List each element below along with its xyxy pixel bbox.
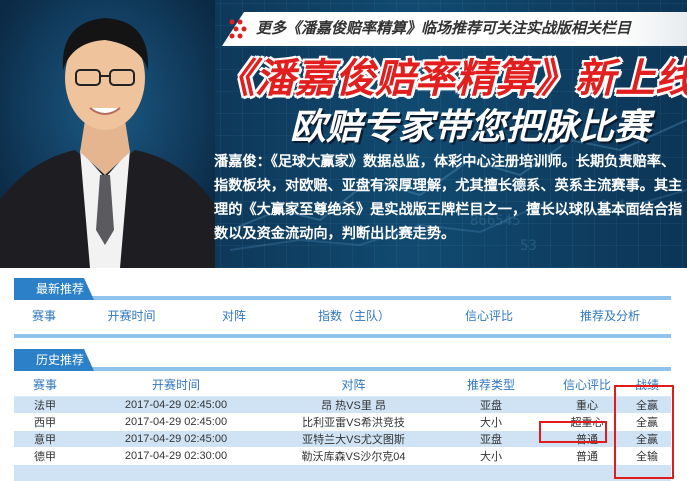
table-row[interactable] [14,464,671,481]
history-table: 赛事 开赛时间 对阵 推荐类型 信心评比 战绩 法甲 2017-04-29 02… [14,374,671,481]
row-result: 全输 [623,447,671,465]
history-col-result: 战绩 [623,374,671,397]
row-confidence: 普通 [551,447,623,465]
promo-banner[interactable]: 866545 53 1.55 1,4 [0,0,687,268]
expert-portrait [0,0,215,268]
row-type: 大小 [431,413,551,431]
red-dots-icon [229,19,247,39]
row-time: 2017-04-29 02:45:00 [76,413,276,431]
latest-col-time: 开赛时间 [107,308,156,323]
history-section-header: 历史推荐 [14,349,671,371]
row-match[interactable]: 比利亚雷VS希洪竞技 [276,413,431,431]
row-result: 全赢 [623,396,671,414]
history-header-row: 赛事 开赛时间 对阵 推荐类型 信心评比 战绩 [14,374,671,397]
latest-col-match: 对阵 [221,308,246,323]
banner-subtitle: 欧赔专家带您把脉比赛 [290,106,651,147]
row-league: 西甲 [14,413,76,431]
latest-col-analysis: 推荐及分析 [579,308,640,323]
row-confidence: 重心 [551,396,623,414]
row-match[interactable] [276,464,431,481]
row-type: 大小 [431,447,551,465]
latest-section-header: 最新推荐 [14,278,671,300]
row-match[interactable]: 亚特兰大VS尤文图斯 [276,430,431,448]
row-league: 意甲 [14,430,76,448]
row-confidence: 普通 [551,430,623,448]
latest-col-index: 指数（主队） [317,308,390,323]
row-league [14,464,76,481]
row-result [623,464,671,481]
row-type [431,464,551,481]
history-col-league: 赛事 [14,374,76,397]
row-league: 德甲 [14,447,76,465]
history-col-type: 推荐类型 [431,374,551,397]
row-time: 2017-04-29 02:30:00 [76,447,276,465]
row-time: 2017-04-29 02:45:00 [76,396,276,414]
row-confidence [551,464,623,481]
table-row[interactable]: 法甲 2017-04-29 02:45:00 昂 热VS里 昂 亚盘 重心 全赢 [14,396,671,414]
row-time: 2017-04-29 02:45:00 [76,430,276,448]
latest-recommendations-section: 最新推荐 赛事 开赛时间 对阵 指数（主队） 信心评比 推荐及分析 [14,278,671,338]
latest-col-league: 赛事 [31,308,56,323]
banner-title: 《潘嘉俊赔率精算》新上线 [215,57,687,101]
history-col-confidence: 信心评比 [551,374,623,397]
table-row[interactable]: 西甲 2017-04-29 02:45:00 比利亚雷VS希洪竞技 大小 超重心… [14,413,671,431]
row-result: 全赢 [623,413,671,431]
latest-column-headers: 赛事 开赛时间 对阵 指数（主队） 信心评比 推荐及分析 [14,300,671,330]
table-row[interactable]: 德甲 2017-04-29 02:30:00 勒沃库森VS沙尔克04 大小 普通… [14,447,671,465]
latest-col-confidence: 信心评比 [464,308,513,323]
row-time [76,464,276,481]
latest-tab[interactable]: 最新推荐 [14,278,94,300]
row-type: 亚盘 [431,430,551,448]
row-match[interactable]: 勒沃库森VS沙尔克04 [276,447,431,465]
row-result: 全赢 [623,430,671,448]
row-type: 亚盘 [431,396,551,414]
row-match[interactable]: 昂 热VS里 昂 [276,396,431,414]
history-recommendations-section: 历史推荐 赛事 开赛时间 对阵 推荐类型 信心评比 战绩 法甲 2017-04-… [14,349,671,481]
expert-description: 潘嘉俊：《足球大赢家》数据总监，体彩中心注册培训师。长期负责赔率、指数板块，对欧… [214,154,683,242]
history-tab[interactable]: 历史推荐 [14,349,94,371]
latest-section-divider [14,334,671,338]
table-row[interactable]: 意甲 2017-04-29 02:45:00 亚特兰大VS尤文图斯 亚盘 普通 … [14,430,671,448]
history-col-time: 开赛时间 [76,374,276,397]
row-league: 法甲 [14,396,76,414]
history-col-match: 对阵 [276,374,431,397]
promo-top-strip-text[interactable]: 更多《潘嘉俊赔率精算》临场推荐可关注实战版相关栏目 [256,17,631,38]
row-confidence: 超重心 [551,413,623,431]
